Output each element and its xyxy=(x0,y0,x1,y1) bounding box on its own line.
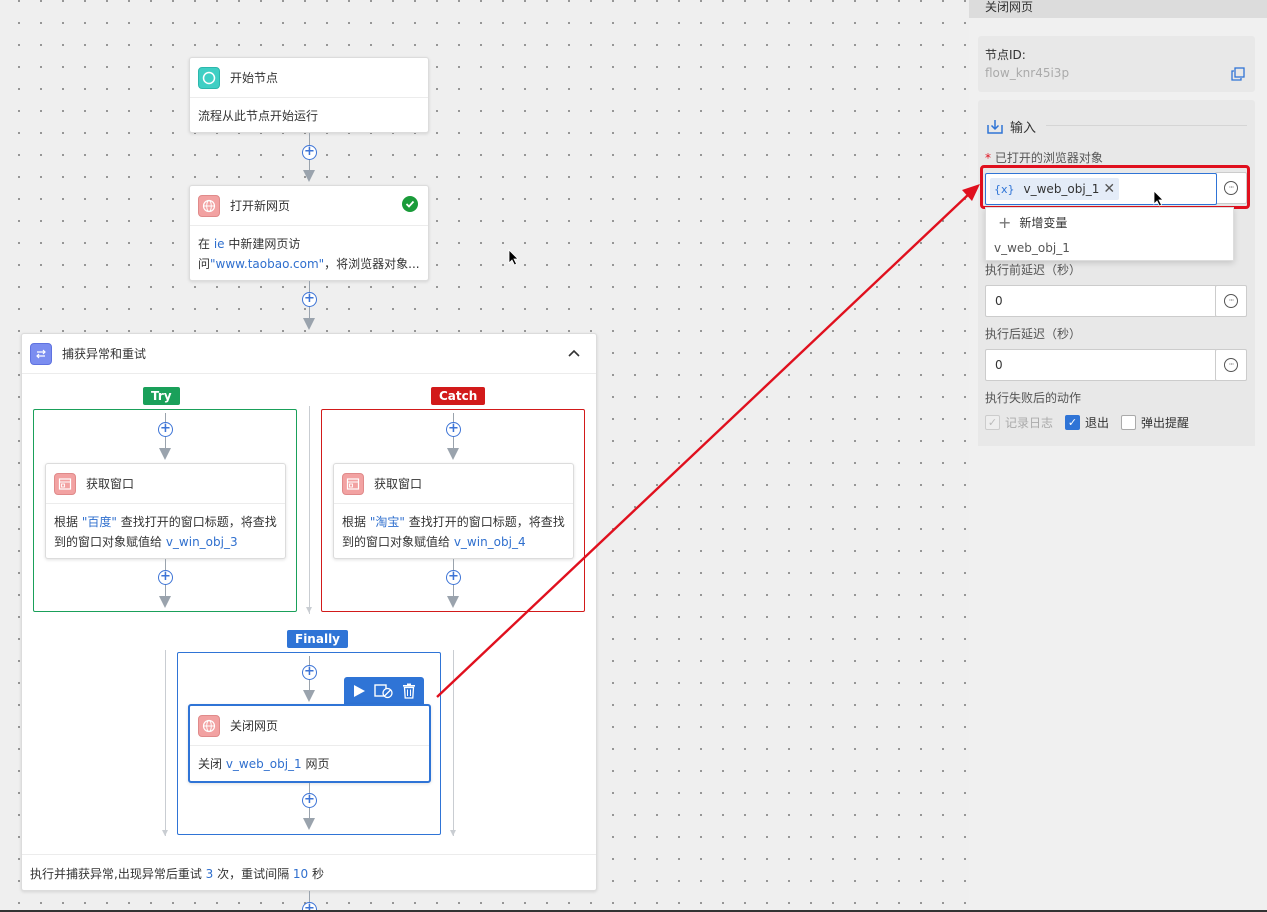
globe-icon xyxy=(198,714,220,737)
container-title: 捕获异常和重试 xyxy=(62,347,147,361)
arrow-down-icon xyxy=(303,818,315,830)
catch-get-window-node[interactable]: 获取窗口 根据 "淘宝" 查找打开的窗口标题，将查找 到的窗口对象赋值给 v_w… xyxy=(333,463,574,559)
finally-label: Finally xyxy=(287,630,348,648)
finally-close-webpage-node[interactable]: 关闭网页 关闭 v_web_obj_1 网页 xyxy=(188,704,431,783)
retry-loop-icon xyxy=(30,342,52,365)
node-desc: 在 ie 中新建网页访 问"www.taobao.com"，将浏览器对象... xyxy=(198,237,420,271)
browser-object-label: 已打开的浏览器对象 xyxy=(994,151,1103,165)
post-delay-input[interactable]: 0 xyxy=(985,349,1217,381)
panel-header: 关闭网页 xyxy=(969,0,1267,18)
node-title: 打开新网页 xyxy=(230,199,291,213)
plus-icon: + xyxy=(998,212,1012,232)
add-node-icon[interactable]: + xyxy=(302,292,317,307)
arrow-down-icon xyxy=(303,318,315,330)
window-icon xyxy=(342,472,364,495)
try-get-window-node[interactable]: 获取窗口 根据 "百度" 查找打开的窗口标题，将查找 到的窗口对象赋值给 v_w… xyxy=(45,463,286,559)
run-icon[interactable] xyxy=(352,684,366,698)
node-title: 获取窗口 xyxy=(86,477,135,491)
collapse-chevron-icon[interactable] xyxy=(568,349,580,357)
node-desc: 流程从此节点开始运行 xyxy=(198,109,319,123)
arrow-down-icon xyxy=(303,170,315,182)
log-checkbox[interactable]: ✓ 记录日志 xyxy=(985,414,1053,431)
node-toolbar xyxy=(344,677,424,705)
alert-checkbox[interactable]: 弹出提醒 xyxy=(1121,414,1189,431)
add-node-icon[interactable]: + xyxy=(158,570,173,585)
success-check-icon xyxy=(402,196,418,212)
node-desc: 根据 "淘宝" 查找打开的窗口标题，将查找 到的窗口对象赋值给 v_win_ob… xyxy=(342,515,565,549)
node-id-value: flow_knr45i3p xyxy=(985,66,1070,80)
checkbox-unchecked-icon xyxy=(1121,415,1137,430)
disable-icon[interactable] xyxy=(374,683,394,699)
add-node-icon[interactable]: + xyxy=(158,422,173,437)
node-id-card: 节点ID: flow_knr45i3p xyxy=(978,36,1255,92)
open-webpage-node[interactable]: 打开新网页 在 ie 中新建网页访 问"www.taobao.com"，将浏览器… xyxy=(189,185,429,281)
node-desc: 关闭 v_web_obj_1 网页 xyxy=(198,757,330,771)
properties-panel: 关闭网页 节点ID: flow_knr45i3p 输入 * 已打开的浏览器对象 … xyxy=(969,0,1267,912)
arrow-down-icon xyxy=(303,690,315,702)
post-delay-label: 执行后延迟（秒） xyxy=(985,327,1082,341)
checkbox-checked-icon: ✓ xyxy=(1065,415,1081,430)
mouse-cursor-icon xyxy=(1153,190,1164,207)
mouse-cursor-icon xyxy=(508,249,519,266)
arrow-down-icon xyxy=(159,596,171,608)
start-circle-icon xyxy=(198,66,220,89)
post-delay-more-button[interactable]: ··· xyxy=(1215,349,1247,381)
node-id-label: 节点ID: xyxy=(985,48,1026,62)
try-label: Try xyxy=(143,387,180,405)
node-desc: 根据 "百度" 查找打开的窗口标题，将查找 到的窗口对象赋值给 v_win_ob… xyxy=(54,515,277,549)
input-download-icon xyxy=(987,119,1003,134)
dropdown-add-variable[interactable]: + 新增变量 xyxy=(986,208,1233,236)
delete-trash-icon[interactable] xyxy=(402,683,416,699)
annotation-highlight-box xyxy=(980,165,1250,209)
copy-icon[interactable] xyxy=(1231,67,1245,81)
add-node-icon[interactable]: + xyxy=(302,665,317,680)
start-node[interactable]: 开始节点 流程从此节点开始运行 xyxy=(189,57,429,133)
variable-dropdown: + 新增变量 v_web_obj_1 xyxy=(985,207,1234,261)
pre-delay-input[interactable]: 0 xyxy=(985,285,1217,317)
add-node-icon[interactable]: + xyxy=(446,570,461,585)
node-title: 开始节点 xyxy=(230,71,279,85)
arrow-down-icon xyxy=(447,596,459,608)
container-footer: 执行并捕获异常,出现异常后重试 3 次，重试间隔 10 秒 xyxy=(22,854,596,890)
add-node-icon[interactable]: + xyxy=(302,145,317,160)
catch-label: Catch xyxy=(431,387,486,405)
add-node-icon[interactable]: + xyxy=(302,793,317,808)
fail-action-label: 执行失败后的动作 xyxy=(985,391,1082,405)
pre-delay-more-button[interactable]: ··· xyxy=(1215,285,1247,317)
window-icon xyxy=(54,472,76,495)
dropdown-option[interactable]: v_web_obj_1 xyxy=(986,236,1233,260)
node-title: 获取窗口 xyxy=(374,477,423,491)
pre-delay-label: 执行前延迟（秒） xyxy=(985,263,1082,277)
input-section-title: 输入 xyxy=(1010,121,1037,136)
node-title: 关闭网页 xyxy=(230,719,279,733)
globe-icon xyxy=(198,194,220,217)
exit-checkbox[interactable]: ✓ 退出 xyxy=(1065,414,1109,431)
add-node-icon[interactable]: + xyxy=(446,422,461,437)
arrow-down-icon xyxy=(159,448,171,460)
arrow-down-icon xyxy=(447,448,459,460)
checkbox-checked-icon: ✓ xyxy=(985,415,1000,430)
